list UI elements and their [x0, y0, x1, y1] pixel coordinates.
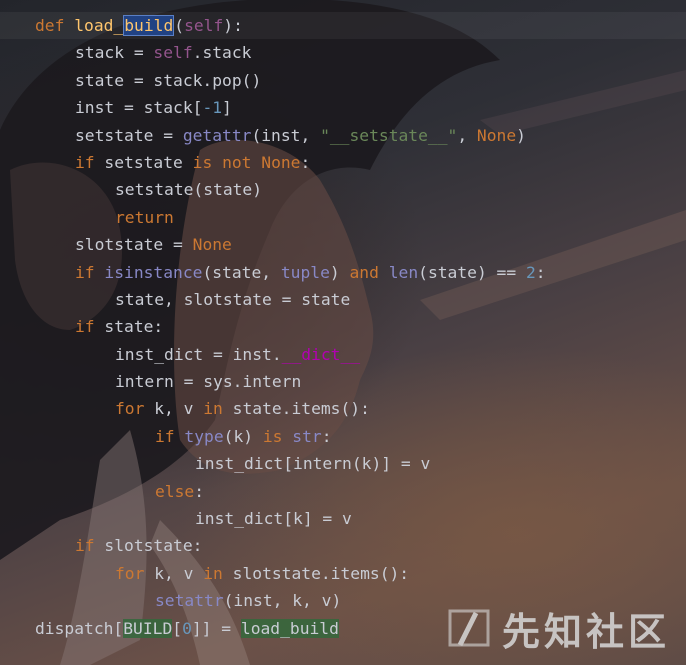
code-line[interactable]: inst_dict = inst.__dict__ [35, 341, 546, 368]
code-token: else [155, 481, 195, 501]
code-token: is not None [192, 152, 301, 172]
code-token: setstate = [75, 125, 183, 145]
code-token: ): [223, 16, 243, 35]
code-token: state.items(): [232, 399, 370, 419]
code-token: stack = [75, 43, 154, 63]
code-token: .stack [192, 43, 252, 63]
code-token: k, v [154, 563, 204, 583]
code-token: if [155, 426, 185, 446]
code-token: ] [222, 98, 232, 118]
code-token: load_build [240, 618, 339, 638]
code-token: state: [104, 317, 164, 337]
code-token: dispatch[ [35, 618, 124, 638]
code-line[interactable]: for k, v in slotstate.items(): [35, 560, 546, 587]
code-line[interactable]: stack = self.stack [35, 39, 546, 66]
code-token: inst_dict[intern(k)] = v [195, 454, 431, 474]
code-token: and [349, 262, 389, 282]
code-token: inst_dict[k] = v [195, 509, 352, 529]
code-line[interactable]: setstate(state) [35, 176, 546, 203]
code-token: ( [174, 16, 185, 35]
code-token: slotstate: [104, 536, 203, 556]
code-line[interactable]: setstate = getattr(inst, "__setstate__",… [35, 122, 546, 149]
code-token: [ [172, 618, 183, 638]
code-token: setattr [155, 591, 224, 611]
code-token: tuple [280, 262, 330, 282]
code-token: state, slotstate = state [115, 289, 351, 309]
code-token: for [115, 399, 155, 419]
code-token: str [292, 426, 322, 446]
code-line[interactable]: if slotstate: [35, 532, 546, 559]
code-token: inst = stack[ [75, 98, 203, 118]
xianzhi-logo-icon [448, 609, 490, 647]
code-token: __dict__ [281, 344, 361, 364]
code-token: def [35, 16, 75, 35]
code-token: setstate(state) [115, 180, 263, 200]
code-token: self [184, 16, 224, 35]
code-token: (inst, [251, 125, 321, 145]
code-line[interactable]: inst_dict[k] = v [35, 505, 546, 532]
code-token: slotstate = [75, 235, 193, 255]
code-token: (state, [202, 262, 281, 282]
code-token: : [300, 152, 311, 172]
code-token: k, v [154, 399, 204, 419]
code-line[interactable]: if state: [35, 313, 546, 340]
code-token: 2 [525, 262, 536, 282]
code-token: (k) [223, 426, 263, 446]
code-token: , [457, 125, 477, 145]
code-line[interactable]: if type(k) is str: [35, 423, 546, 450]
code-line[interactable]: state, slotstate = state [35, 286, 546, 313]
code-line[interactable]: else: [35, 478, 546, 505]
code-token: : [321, 426, 332, 446]
code-token: if [75, 262, 105, 282]
code-token: 0 [182, 618, 192, 638]
code-token: ) [516, 125, 526, 145]
code-token: load_ [74, 16, 124, 35]
code-token: intern = sys.intern [115, 372, 302, 392]
code-token: : [194, 481, 205, 501]
code-token: BUILD [123, 618, 173, 638]
code-token: in [203, 399, 233, 419]
code-line[interactable]: intern = sys.intern [35, 368, 546, 395]
code-line[interactable]: if setstate is not None: [35, 149, 546, 176]
code-token: inst_dict = inst. [115, 344, 282, 364]
code-token: getattr [182, 125, 252, 145]
code-token: state = stack.pop() [75, 70, 262, 90]
code-editor[interactable]: def load_build(self): stack = self.stack s… [0, 0, 686, 665]
code-token: self [153, 43, 193, 63]
code-token: is [262, 426, 293, 446]
code-token: ]] = [191, 618, 241, 638]
watermark-text: 先知社区 [501, 609, 670, 654]
code-token: return [115, 207, 174, 227]
code-token: (inst, k, v) [223, 591, 342, 611]
code-token: type [184, 426, 224, 446]
code-token: if [75, 536, 105, 556]
code-token: isinstance [104, 262, 203, 282]
code-token: setstate [104, 152, 193, 172]
code-token: build [123, 15, 175, 36]
code-line[interactable]: slotstate = None [35, 231, 546, 258]
code-token: None [476, 125, 517, 145]
watermark: 先知社区 [446, 601, 670, 655]
code-line[interactable]: if isinstance(state, tuple) and len(stat… [35, 259, 546, 286]
code-token: in [203, 563, 233, 583]
code-line[interactable]: state = stack.pop() [35, 67, 546, 94]
code-token: None [192, 235, 232, 255]
code-area[interactable]: def load_build(self): stack = self.stack s… [35, 12, 546, 642]
code-token: -1 [202, 98, 223, 118]
code-token: len [388, 262, 419, 282]
code-token: if [75, 317, 105, 337]
code-line[interactable]: inst = stack[-1] [35, 94, 546, 121]
code-token: "__setstate__" [320, 125, 458, 145]
code-token: for [115, 563, 155, 583]
code-line[interactable]: def load_build(self): [35, 12, 546, 39]
code-token: slotstate.items(): [232, 563, 410, 583]
code-line[interactable]: for k, v in state.items(): [35, 395, 546, 422]
code-line[interactable]: return [35, 204, 546, 231]
code-token: if [75, 152, 105, 172]
code-token: (state) == [418, 262, 526, 282]
code-line[interactable]: inst_dict[intern(k)] = v [35, 450, 546, 477]
code-token: : [535, 262, 546, 282]
code-token: ) [329, 262, 350, 282]
